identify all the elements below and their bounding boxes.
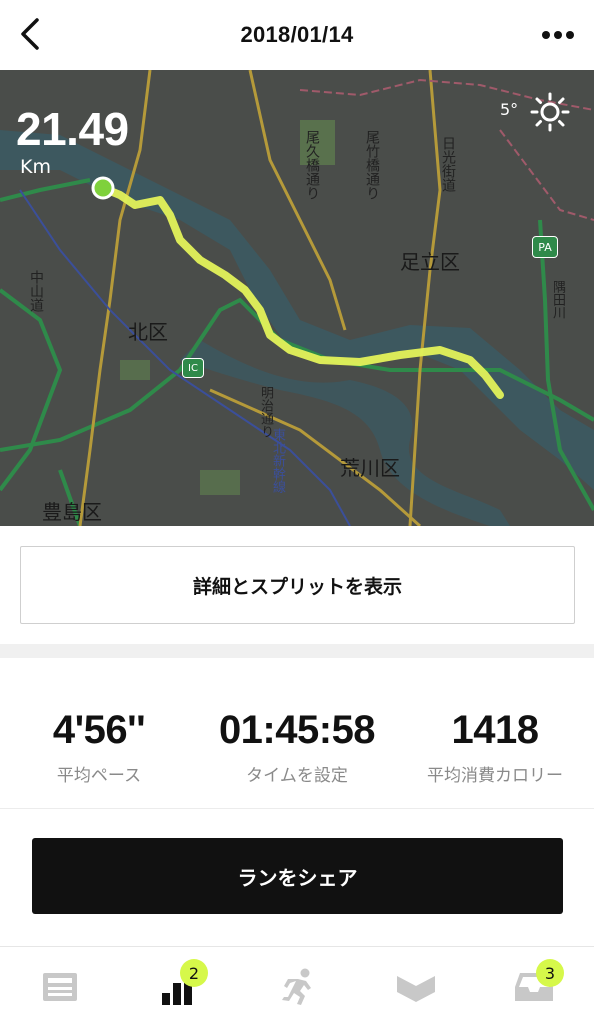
divider	[0, 808, 594, 809]
route-start-marker	[91, 176, 115, 200]
chevron-badge-icon	[397, 976, 435, 1002]
stat-pace: 4'56'' 平均ペース	[0, 708, 198, 786]
page-title: 2018/01/14	[240, 22, 354, 47]
stat-value: 1418	[451, 708, 539, 752]
tab-badge: 2	[180, 959, 208, 987]
stat-label: 平均ペース	[56, 766, 142, 786]
interchange-badge: IC	[182, 358, 204, 378]
feed-icon	[43, 973, 77, 1001]
tab-run[interactable]	[268, 965, 328, 1009]
stat-value: 4'56''	[52, 708, 146, 752]
road-label-ogu: 尾久橋通り	[304, 130, 320, 200]
runner-icon	[282, 968, 311, 1005]
stats-row: 4'56'' 平均ペース 01:45:58 タイムを設定 1418 平均消費カロ…	[0, 658, 594, 808]
map-label-toshima: 豊島区	[42, 500, 102, 524]
distance-unit: Km	[20, 156, 51, 178]
stat-calories: 1418 平均消費カロリー	[396, 708, 594, 786]
route-map[interactable]: 21.49 Km 5° 足立区 北区 荒川区 豊島区 中山道 日光街道 明治通り…	[0, 70, 594, 526]
more-dots-icon	[542, 31, 574, 39]
tab-bar: 2 3	[0, 946, 594, 1024]
road-label-nikko: 日光街道	[440, 136, 456, 192]
more-options-button[interactable]	[538, 20, 578, 50]
stat-value: 01:45:58	[218, 708, 376, 752]
chevron-left-icon	[21, 18, 39, 50]
road-label-nakasendo: 中山道	[28, 270, 44, 312]
distance-value: 21.49	[16, 103, 129, 155]
share-run-button[interactable]: ランをシェア	[32, 838, 563, 914]
details-splits-button[interactable]: 詳細とスプリットを表示	[20, 546, 575, 624]
stat-time: 01:45:58 タイムを設定	[198, 708, 396, 786]
river-label-sumida: 隅田川	[550, 280, 565, 319]
map-label-arakawa: 荒川区	[340, 456, 400, 480]
map-label-adachi: 足立区	[400, 250, 460, 274]
back-button[interactable]	[10, 14, 50, 54]
section-separator	[0, 644, 594, 658]
header: 2018/01/14	[0, 0, 594, 70]
stat-label: 平均消費カロリー	[427, 766, 563, 786]
details-section: 詳細とスプリットを表示	[0, 526, 594, 644]
rail-label-jr: 東北新幹線	[270, 428, 285, 493]
map-label-kita: 北区	[128, 320, 168, 344]
road-label-otake: 尾竹橋通り	[364, 130, 380, 200]
tab-activity[interactable]: 2	[148, 959, 208, 1009]
parking-area-badge: PA	[532, 236, 558, 258]
tab-feed[interactable]	[30, 965, 90, 1009]
tab-club[interactable]	[386, 965, 446, 1009]
temperature: 5°	[500, 100, 519, 119]
tab-inbox[interactable]: 3	[504, 959, 564, 1009]
sun-icon	[530, 92, 570, 132]
stat-label: タイムを設定	[246, 766, 348, 786]
tab-badge: 3	[536, 959, 564, 987]
